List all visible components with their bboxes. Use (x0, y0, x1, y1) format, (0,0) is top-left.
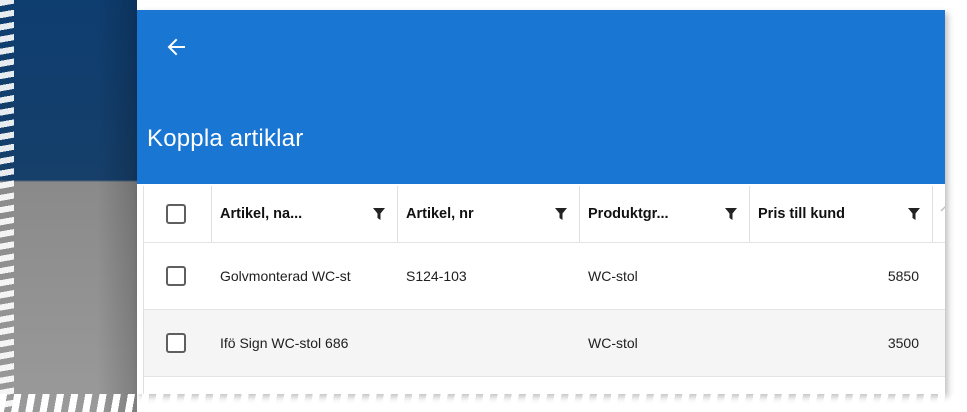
sort-up-icon[interactable] (940, 204, 945, 212)
arrow-left-icon (167, 38, 185, 56)
grid-header-row: Artikel, na... Artikel, nr Produktgr... … (144, 186, 945, 243)
row-select-cell (144, 310, 212, 376)
torn-edge-bottom (0, 394, 967, 412)
column-header-article-name[interactable]: Artikel, na... (212, 186, 398, 242)
column-header-customer-price[interactable]: Pris till kund (750, 186, 933, 242)
page-title: Koppla artiklar (147, 125, 304, 152)
column-header-article-number[interactable]: Artikel, nr (398, 186, 580, 242)
back-button[interactable] (161, 32, 191, 62)
table-row[interactable]: Golvmonterad WC-st S124-103 WC-stol 5850 (144, 243, 945, 310)
customer-price-cell: 5850 (887, 268, 919, 284)
table-row[interactable]: Ifö Sign WC-stol 686 WC-stol 3500 (144, 310, 945, 377)
filter-icon[interactable] (725, 208, 737, 220)
column-header-product-group[interactable]: Produktgr... (580, 186, 750, 242)
article-number-cell: S124-103 (406, 268, 467, 284)
filter-icon[interactable] (373, 208, 385, 220)
link-articles-dialog: Koppla artiklar Artikel, na... Artikel, … (137, 10, 945, 394)
column-label: Produktgr... (588, 206, 669, 222)
article-name-cell: Golvmonterad WC-st (220, 268, 351, 284)
column-label: Artikel, na... (220, 206, 303, 222)
row-select-cell (144, 243, 212, 309)
product-group-cell: WC-stol (588, 335, 638, 351)
select-all-cell (144, 186, 212, 242)
customer-price-cell: 3500 (887, 335, 919, 351)
filter-icon[interactable] (908, 208, 920, 220)
torn-edge-left (0, 0, 14, 412)
product-group-cell: WC-stol (588, 268, 638, 284)
row-checkbox[interactable] (166, 333, 186, 353)
filter-icon[interactable] (555, 208, 567, 220)
backdrop-overlay (0, 0, 137, 412)
column-label: Pris till kund (758, 206, 846, 222)
article-number-cell (398, 310, 580, 376)
app-bar: Koppla artiklar (137, 10, 945, 184)
article-name-cell: Ifö Sign WC-stol 686 (220, 335, 349, 351)
row-checkbox[interactable] (166, 266, 186, 286)
column-label: Artikel, nr (406, 206, 474, 222)
select-all-checkbox[interactable] (166, 204, 186, 224)
articles-grid: Artikel, na... Artikel, nr Produktgr... … (143, 186, 945, 394)
